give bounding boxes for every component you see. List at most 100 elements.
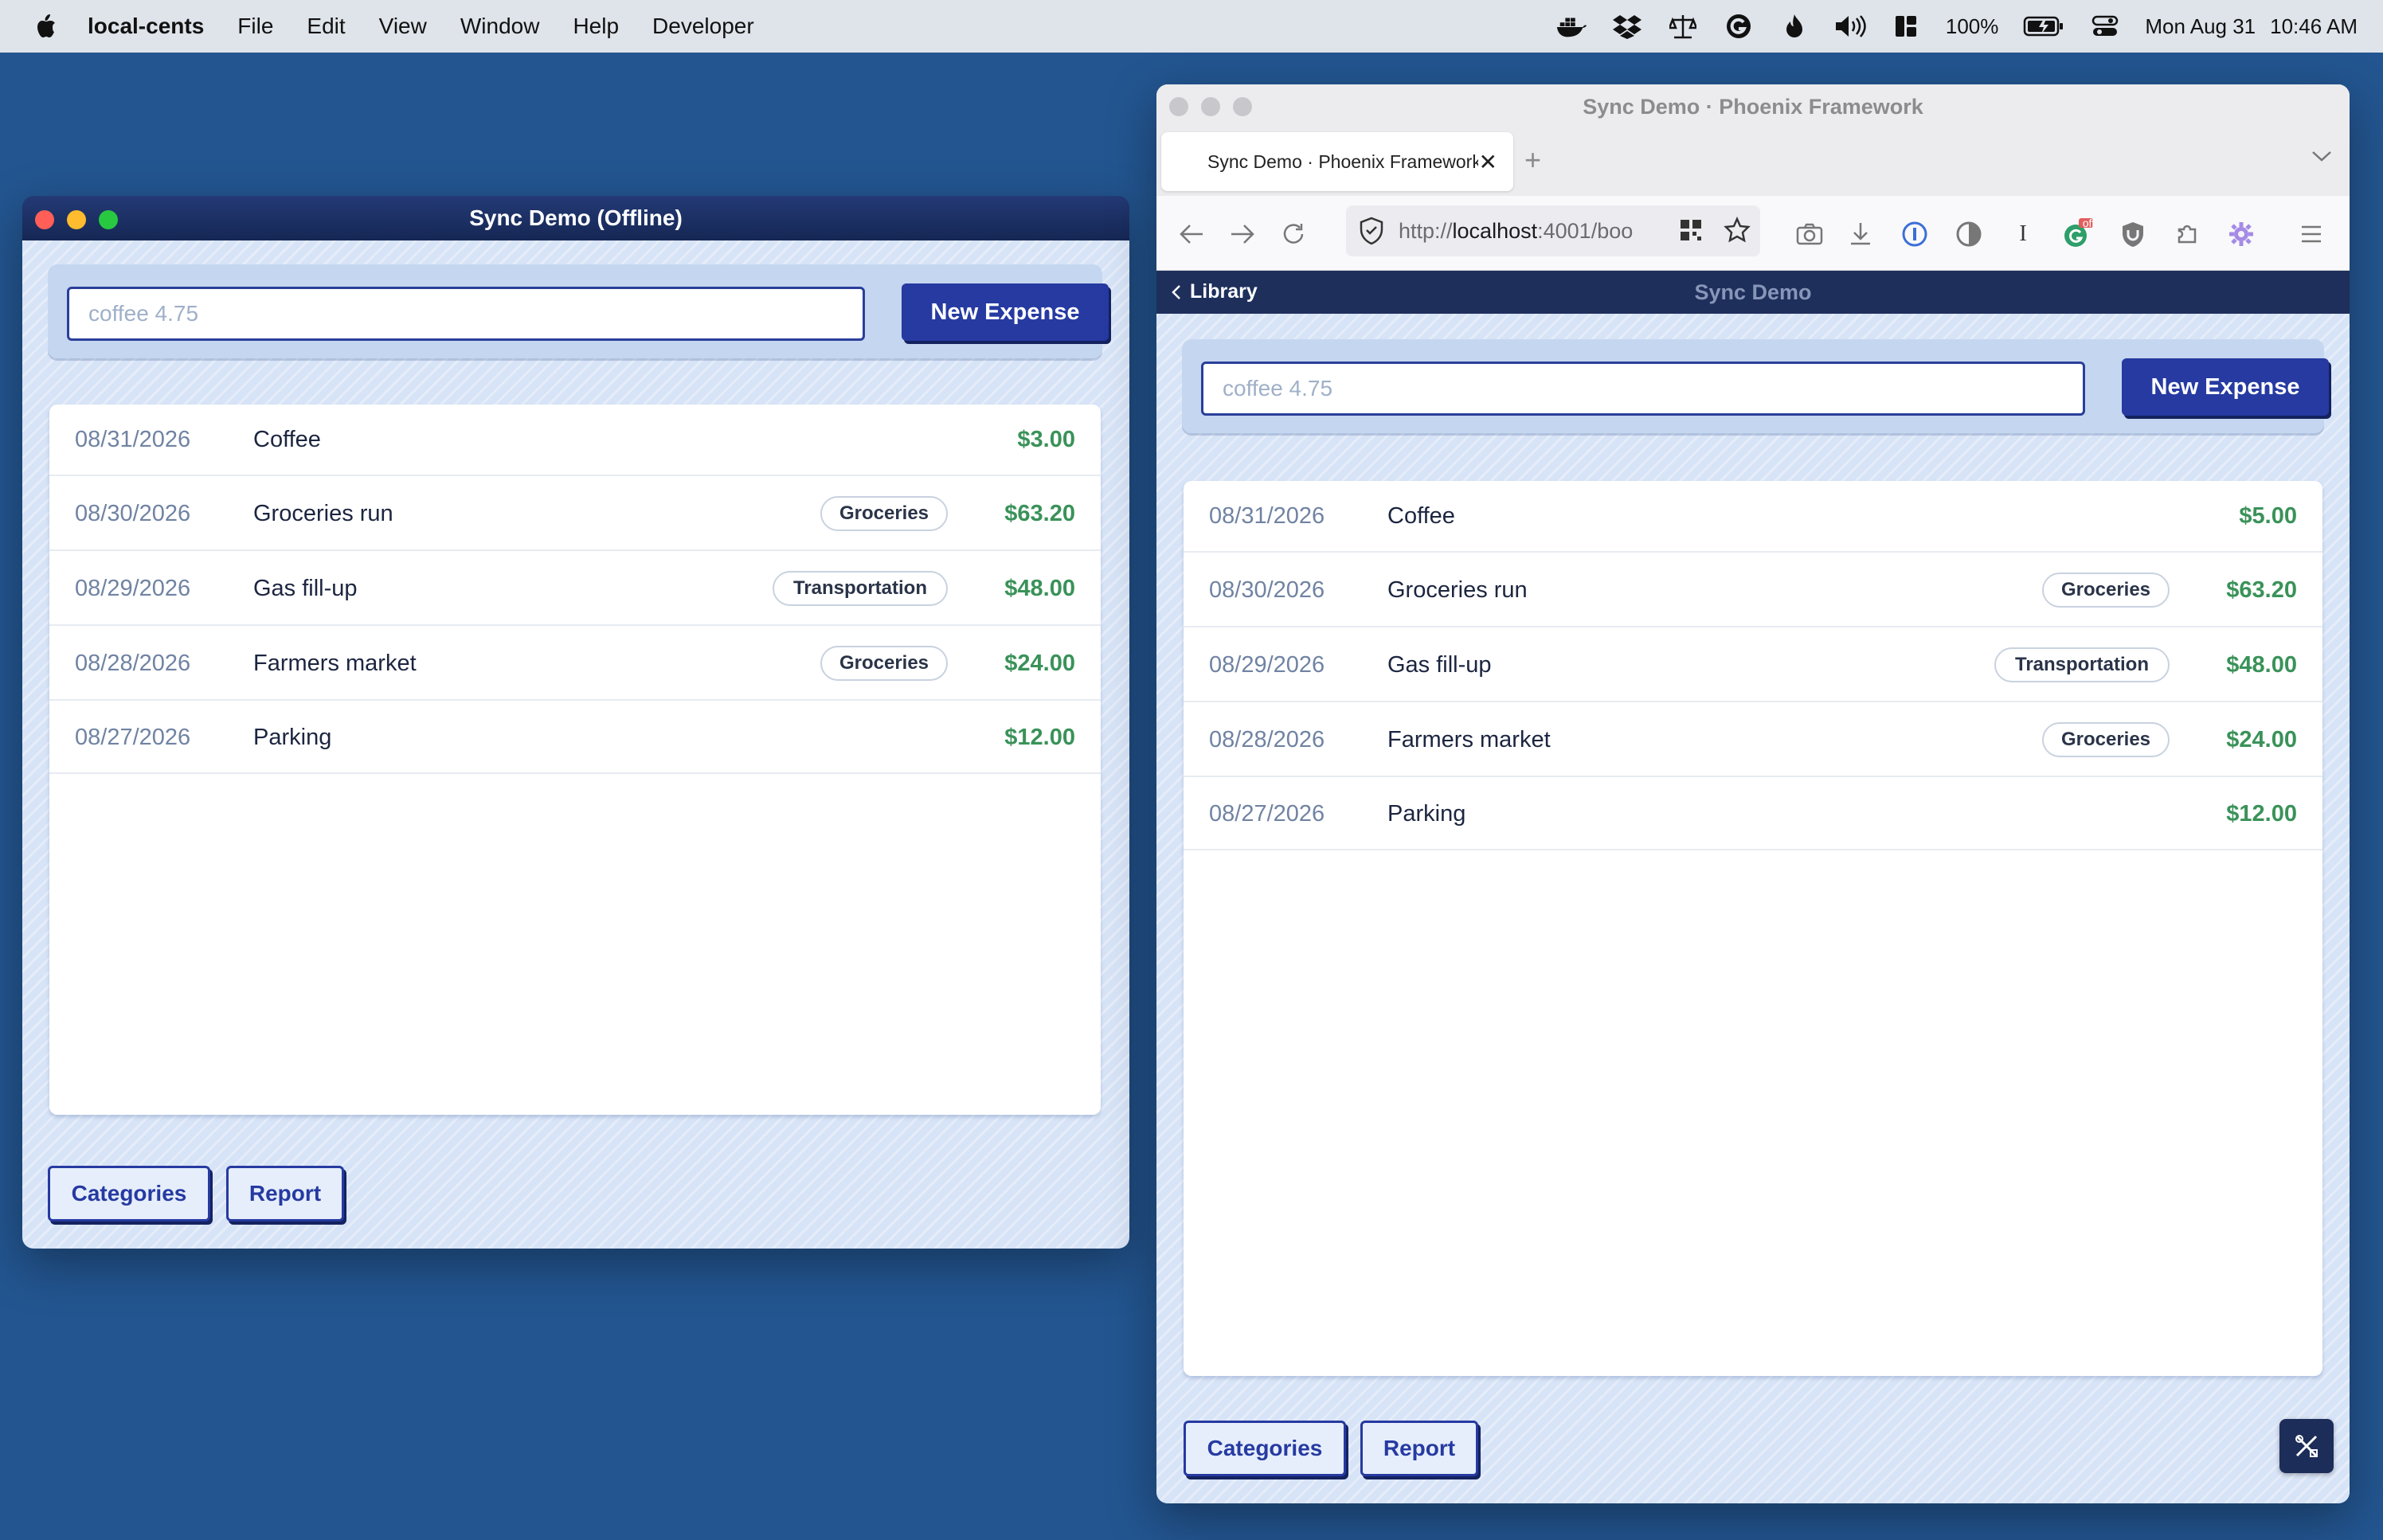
expense-amount: $48.00: [2226, 651, 2297, 678]
report-button[interactable]: Report: [1360, 1421, 1478, 1476]
flame-icon[interactable]: [1778, 10, 1810, 42]
volume-icon[interactable]: [1834, 10, 1866, 42]
expense-list: 08/31/2026 Coffee $3.00 08/30/2026 Groce…: [49, 405, 1101, 1115]
categories-button[interactable]: Categories: [48, 1166, 210, 1221]
window-controls: [35, 210, 118, 229]
expense-description: Coffee: [1387, 502, 1455, 529]
category-badge[interactable]: Groceries: [2042, 722, 2170, 757]
menubar-date[interactable]: Mon Aug 31: [2145, 14, 2256, 39]
expense-input[interactable]: [1201, 362, 2085, 416]
url-host: localhost: [1452, 218, 1538, 243]
apple-icon[interactable]: [32, 10, 59, 42]
close-window-button[interactable]: [1169, 97, 1188, 116]
text-extension-icon[interactable]: I: [2007, 218, 2039, 250]
battery-percent: 100%: [1945, 14, 1999, 38]
browser-window-title: Sync Demo · Phoenix Framework: [1583, 94, 1923, 119]
expense-row[interactable]: 08/31/2026 Coffee $3.00: [49, 405, 1101, 476]
expense-description: Groceries run: [253, 500, 393, 526]
qr-code-icon[interactable]: [1679, 218, 1703, 248]
url-text: http://localhost:4001/boo: [1399, 219, 1653, 244]
app-menu-name[interactable]: local-cents: [88, 14, 204, 39]
expense-description: Gas fill-up: [1387, 651, 1492, 678]
expense-row[interactable]: 08/27/2026 Parking $12.00: [1184, 779, 2322, 850]
menu-help[interactable]: Help: [573, 14, 619, 39]
expense-input[interactable]: [67, 287, 865, 341]
reload-icon[interactable]: [1278, 218, 1309, 250]
category-badge[interactable]: Transportation: [1994, 647, 2170, 682]
camera-icon[interactable]: [1794, 218, 1825, 250]
expense-row[interactable]: 08/30/2026 Groceries run Groceries $63.2…: [49, 478, 1101, 551]
shield-icon[interactable]: [1359, 217, 1384, 251]
window-title: Sync Demo (Offline): [469, 205, 683, 230]
category-badge[interactable]: Groceries: [820, 496, 948, 531]
battery-icon[interactable]: [2022, 10, 2065, 42]
forward-arrow-icon[interactable]: [1227, 218, 1258, 250]
dropbox-icon[interactable]: [1611, 10, 1643, 42]
new-expense-button[interactable]: New Expense: [902, 283, 1109, 341]
expense-list: 08/31/2026 Coffee $5.00 08/30/2026 Groce…: [1184, 481, 2322, 1376]
menu-file[interactable]: File: [237, 14, 273, 39]
expense-amount: $12.00: [1004, 724, 1075, 750]
category-badge[interactable]: Groceries: [2042, 573, 2170, 608]
star-icon[interactable]: [1724, 216, 1751, 249]
chevron-down-icon[interactable]: [2310, 148, 2334, 168]
report-button[interactable]: Report: [226, 1166, 344, 1221]
expense-description: Farmers market: [1387, 726, 1551, 752]
back-arrow-icon[interactable]: [1176, 218, 1207, 250]
app-body: New Expense 08/31/2026 Coffee $5.00 08/3…: [1156, 314, 2350, 1503]
expense-amount: $63.20: [1004, 500, 1075, 526]
grammarly-icon[interactable]: [1723, 10, 1755, 42]
app-body: New Expense 08/31/2026 Coffee $3.00 08/3…: [22, 240, 1129, 1249]
minimize-window-button[interactable]: [67, 210, 86, 229]
browser-titlebar[interactable]: Sync Demo · Phoenix Framework: [1156, 84, 2350, 129]
ublock-icon[interactable]: [2117, 218, 2149, 250]
scale-icon[interactable]: [1667, 10, 1699, 42]
categories-button[interactable]: Categories: [1184, 1421, 1346, 1476]
address-bar[interactable]: http://localhost:4001/boo: [1346, 205, 1760, 256]
expense-row[interactable]: 08/29/2026 Gas fill-up Transportation $4…: [49, 553, 1101, 626]
expense-amount: $63.20: [2226, 577, 2297, 603]
browser-tab[interactable]: Sync Demo · Phoenix Framework ✕: [1161, 132, 1513, 191]
close-tab-icon[interactable]: ✕: [1479, 149, 1497, 175]
menu-developer[interactable]: Developer: [652, 14, 754, 39]
expense-row[interactable]: 08/30/2026 Groceries run Groceries $63.2…: [1184, 554, 2322, 627]
docker-icon[interactable]: [1555, 10, 1587, 42]
category-badge[interactable]: Transportation: [773, 571, 948, 606]
zoom-window-button[interactable]: [99, 210, 118, 229]
expense-amount: $12.00: [2226, 800, 2297, 827]
new-expense-button[interactable]: New Expense: [2122, 358, 2329, 416]
app-header-title: Sync Demo: [1694, 280, 1812, 304]
menu-edit[interactable]: Edit: [307, 14, 345, 39]
expense-description: Parking: [1387, 800, 1466, 827]
menu-view[interactable]: View: [379, 14, 427, 39]
expense-date: 08/29/2026: [75, 575, 191, 601]
tools-icon[interactable]: [2279, 1419, 2334, 1473]
expense-description: Gas fill-up: [253, 575, 358, 601]
menu-window[interactable]: Window: [460, 14, 540, 39]
download-icon[interactable]: [1845, 218, 1876, 250]
expense-date: 08/30/2026: [75, 500, 191, 526]
tab-strip: Sync Demo · Phoenix Framework ✕ +: [1156, 129, 2350, 196]
password-manager-icon[interactable]: [1899, 218, 1931, 250]
url-scheme: http://: [1399, 218, 1453, 243]
expense-row[interactable]: 08/31/2026 Coffee $5.00: [1184, 481, 2322, 553]
puzzle-icon[interactable]: [2171, 218, 2203, 250]
browser-window: Sync Demo · Phoenix Framework Sync Demo …: [1156, 84, 2350, 1503]
expense-row[interactable]: 08/27/2026 Parking $12.00: [49, 702, 1101, 774]
gear-icon[interactable]: [2225, 218, 2257, 250]
category-badge[interactable]: Groceries: [820, 646, 948, 681]
expense-row[interactable]: 08/28/2026 Farmers market Groceries $24.…: [1184, 704, 2322, 777]
window-titlebar[interactable]: Sync Demo (Offline): [22, 196, 1129, 240]
minimize-window-button[interactable]: [1201, 97, 1220, 116]
close-window-button[interactable]: [35, 210, 54, 229]
expense-row[interactable]: 08/28/2026 Farmers market Groceries $24.…: [49, 627, 1101, 701]
grammar-extension-icon[interactable]: off: [2061, 217, 2095, 250]
menubar-time[interactable]: 10:46 AM: [2270, 14, 2358, 39]
hamburger-menu-icon[interactable]: [2295, 218, 2327, 250]
control-center-icon[interactable]: [2089, 10, 2121, 42]
privacy-extension-icon[interactable]: [1953, 218, 1985, 250]
layout-icon[interactable]: [1890, 10, 1922, 42]
expense-row[interactable]: 08/29/2026 Gas fill-up Transportation $4…: [1184, 629, 2322, 702]
zoom-window-button[interactable]: [1233, 97, 1252, 116]
new-tab-icon[interactable]: +: [1524, 143, 1541, 177]
